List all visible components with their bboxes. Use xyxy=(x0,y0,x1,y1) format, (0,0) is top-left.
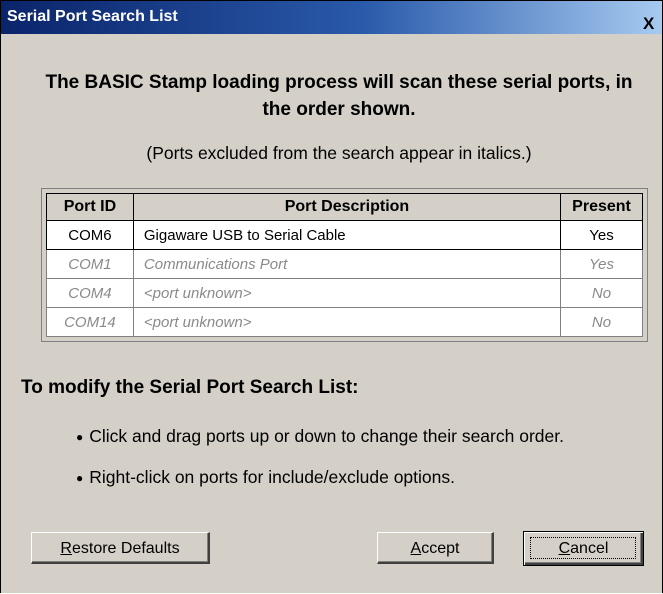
instruction-text: Right-click on ports for include/exclude… xyxy=(89,467,455,487)
focus-rectangle xyxy=(530,537,636,559)
port-table: Port ID Port Description Present COM6 Gi… xyxy=(41,188,648,342)
table-row[interactable]: COM4 <port unknown> No xyxy=(46,278,643,308)
port-id-cell: COM6 xyxy=(46,220,134,250)
modify-instructions-heading: To modify the Serial Port Search List: xyxy=(21,377,359,398)
table-row[interactable]: COM14 <port unknown> No xyxy=(46,307,643,337)
serial-port-search-dialog: Serial Port Search List X The BASIC Stam… xyxy=(0,0,663,593)
accept-accelerator: A xyxy=(410,540,422,557)
port-id-cell: COM14 xyxy=(46,307,134,337)
instruction-item: ● Right-click on ports for include/exclud… xyxy=(76,467,455,488)
port-present-cell: No xyxy=(560,278,643,308)
column-header-port-id[interactable]: Port ID xyxy=(46,193,134,221)
port-description-cell: Gigaware USB to Serial Cable xyxy=(132,220,562,250)
close-icon[interactable]: X xyxy=(643,13,663,35)
port-id-cell: COM4 xyxy=(46,278,134,308)
bullet-icon: ● xyxy=(76,430,84,445)
port-present-cell: Yes xyxy=(560,220,643,250)
table-row[interactable]: COM6 Gigaware USB to Serial Cable Yes xyxy=(46,220,643,250)
restore-accelerator: R xyxy=(60,540,72,557)
port-present-cell: Yes xyxy=(560,249,643,279)
accept-label: ccept xyxy=(421,540,460,557)
bullet-icon: ● xyxy=(76,471,84,486)
instruction-text: Click and drag ports up or down to chang… xyxy=(89,426,564,446)
title-bar[interactable]: Serial Port Search List xyxy=(1,1,662,34)
port-id-cell: COM1 xyxy=(46,249,134,279)
port-description-cell: <port unknown> xyxy=(132,278,562,308)
restore-defaults-button[interactable]: Restore Defaults xyxy=(31,532,210,564)
italics-note: (Ports excluded from the search appear i… xyxy=(146,143,532,163)
table-row[interactable]: COM1 Communications Port Yes xyxy=(46,249,643,279)
port-description-cell: <port unknown> xyxy=(132,307,562,337)
column-header-present[interactable]: Present xyxy=(560,193,643,221)
window-title: Serial Port Search List xyxy=(7,8,178,25)
accept-button[interactable]: Accept xyxy=(377,532,494,564)
port-present-cell: No xyxy=(560,307,643,337)
column-header-port-description[interactable]: Port Description xyxy=(132,193,562,221)
dialog-heading: The BASIC Stamp loading process will sca… xyxy=(45,72,633,120)
port-description-cell: Communications Port xyxy=(132,249,562,279)
cancel-button[interactable]: Cancel xyxy=(523,531,644,566)
restore-label: estore Defaults xyxy=(71,540,180,557)
instruction-item: ● Click and drag ports up or down to chan… xyxy=(76,426,564,447)
table-header-row: Port ID Port Description Present xyxy=(46,193,643,221)
